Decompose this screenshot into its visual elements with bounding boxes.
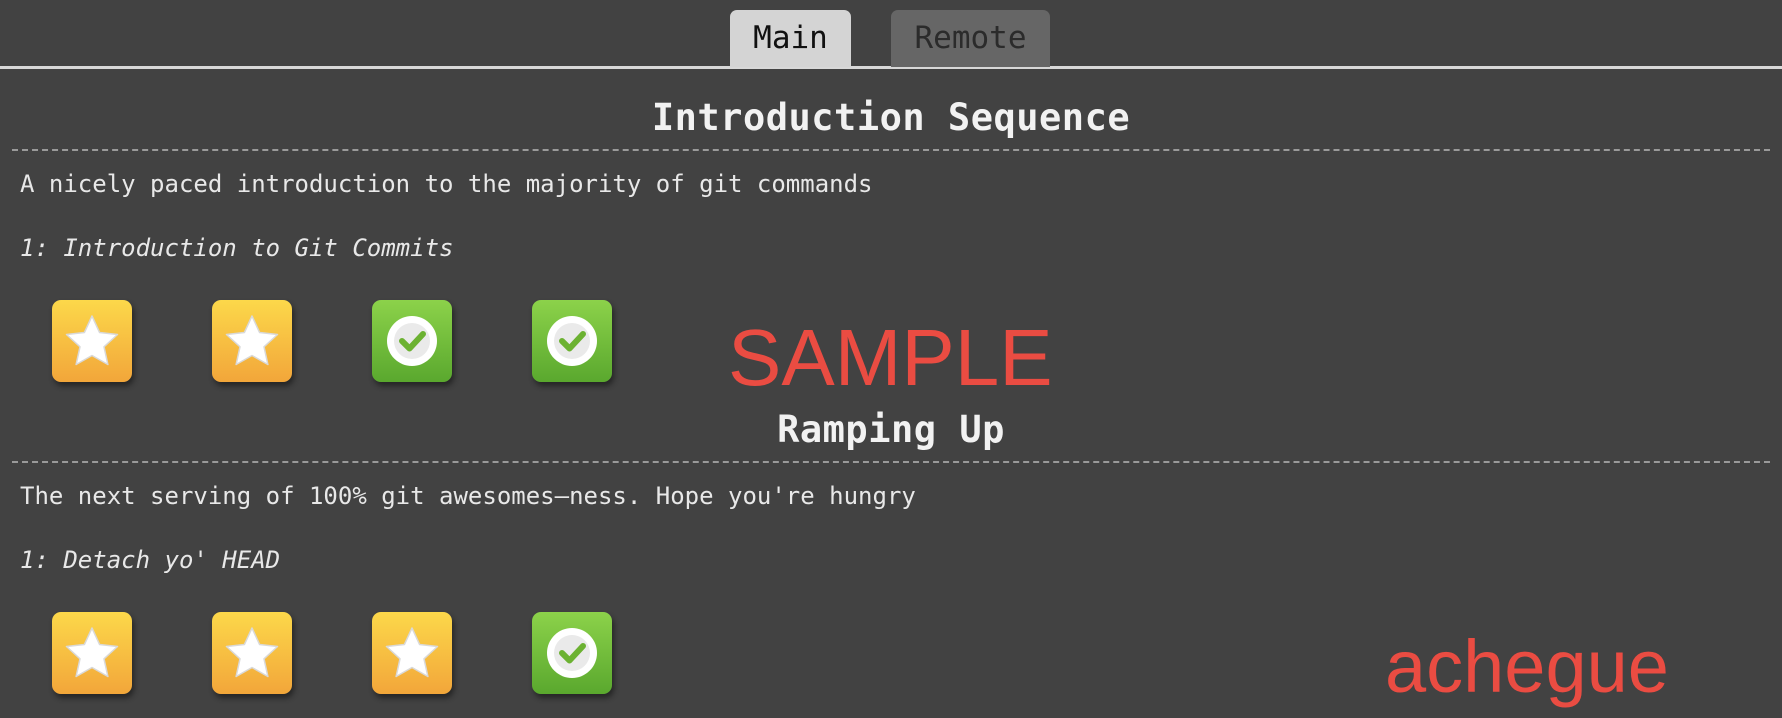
sample-watermark: SAMPLE	[728, 313, 1053, 402]
section-divider	[12, 149, 1770, 151]
star-icon	[225, 315, 279, 366]
level-star-icon[interactable]	[212, 300, 292, 382]
level-star-icon[interactable]	[52, 300, 132, 382]
section-description: The next serving of 100% git awesomes—ne…	[20, 482, 916, 510]
level-check-icon[interactable]	[532, 612, 612, 694]
tab-main[interactable]: Main	[730, 10, 851, 67]
level-check-icon[interactable]	[532, 300, 612, 382]
section-divider	[12, 461, 1770, 463]
check-icon	[547, 316, 597, 366]
tab-bar: Main Remote	[0, 0, 1782, 69]
star-icon	[65, 627, 119, 678]
star-icon	[65, 315, 119, 366]
level-name: 1: Introduction to Git Commits	[20, 234, 454, 262]
check-icon	[547, 628, 597, 678]
check-icon	[387, 316, 437, 366]
author-watermark: achegue	[1385, 625, 1669, 708]
tab-remote[interactable]: Remote	[891, 10, 1050, 67]
star-icon	[385, 627, 439, 678]
section-title-introduction: Introduction Sequence	[651, 96, 1131, 139]
level-check-icon[interactable]	[372, 300, 452, 382]
section-title-ramping-up: Ramping Up	[777, 408, 1005, 451]
level-star-icon[interactable]	[372, 612, 452, 694]
level-star-icon[interactable]	[212, 612, 292, 694]
level-star-icon[interactable]	[52, 612, 132, 694]
star-icon	[225, 627, 279, 678]
level-name: 1: Detach yo' HEAD	[20, 546, 281, 574]
section-description: A nicely paced introduction to the major…	[20, 170, 873, 198]
